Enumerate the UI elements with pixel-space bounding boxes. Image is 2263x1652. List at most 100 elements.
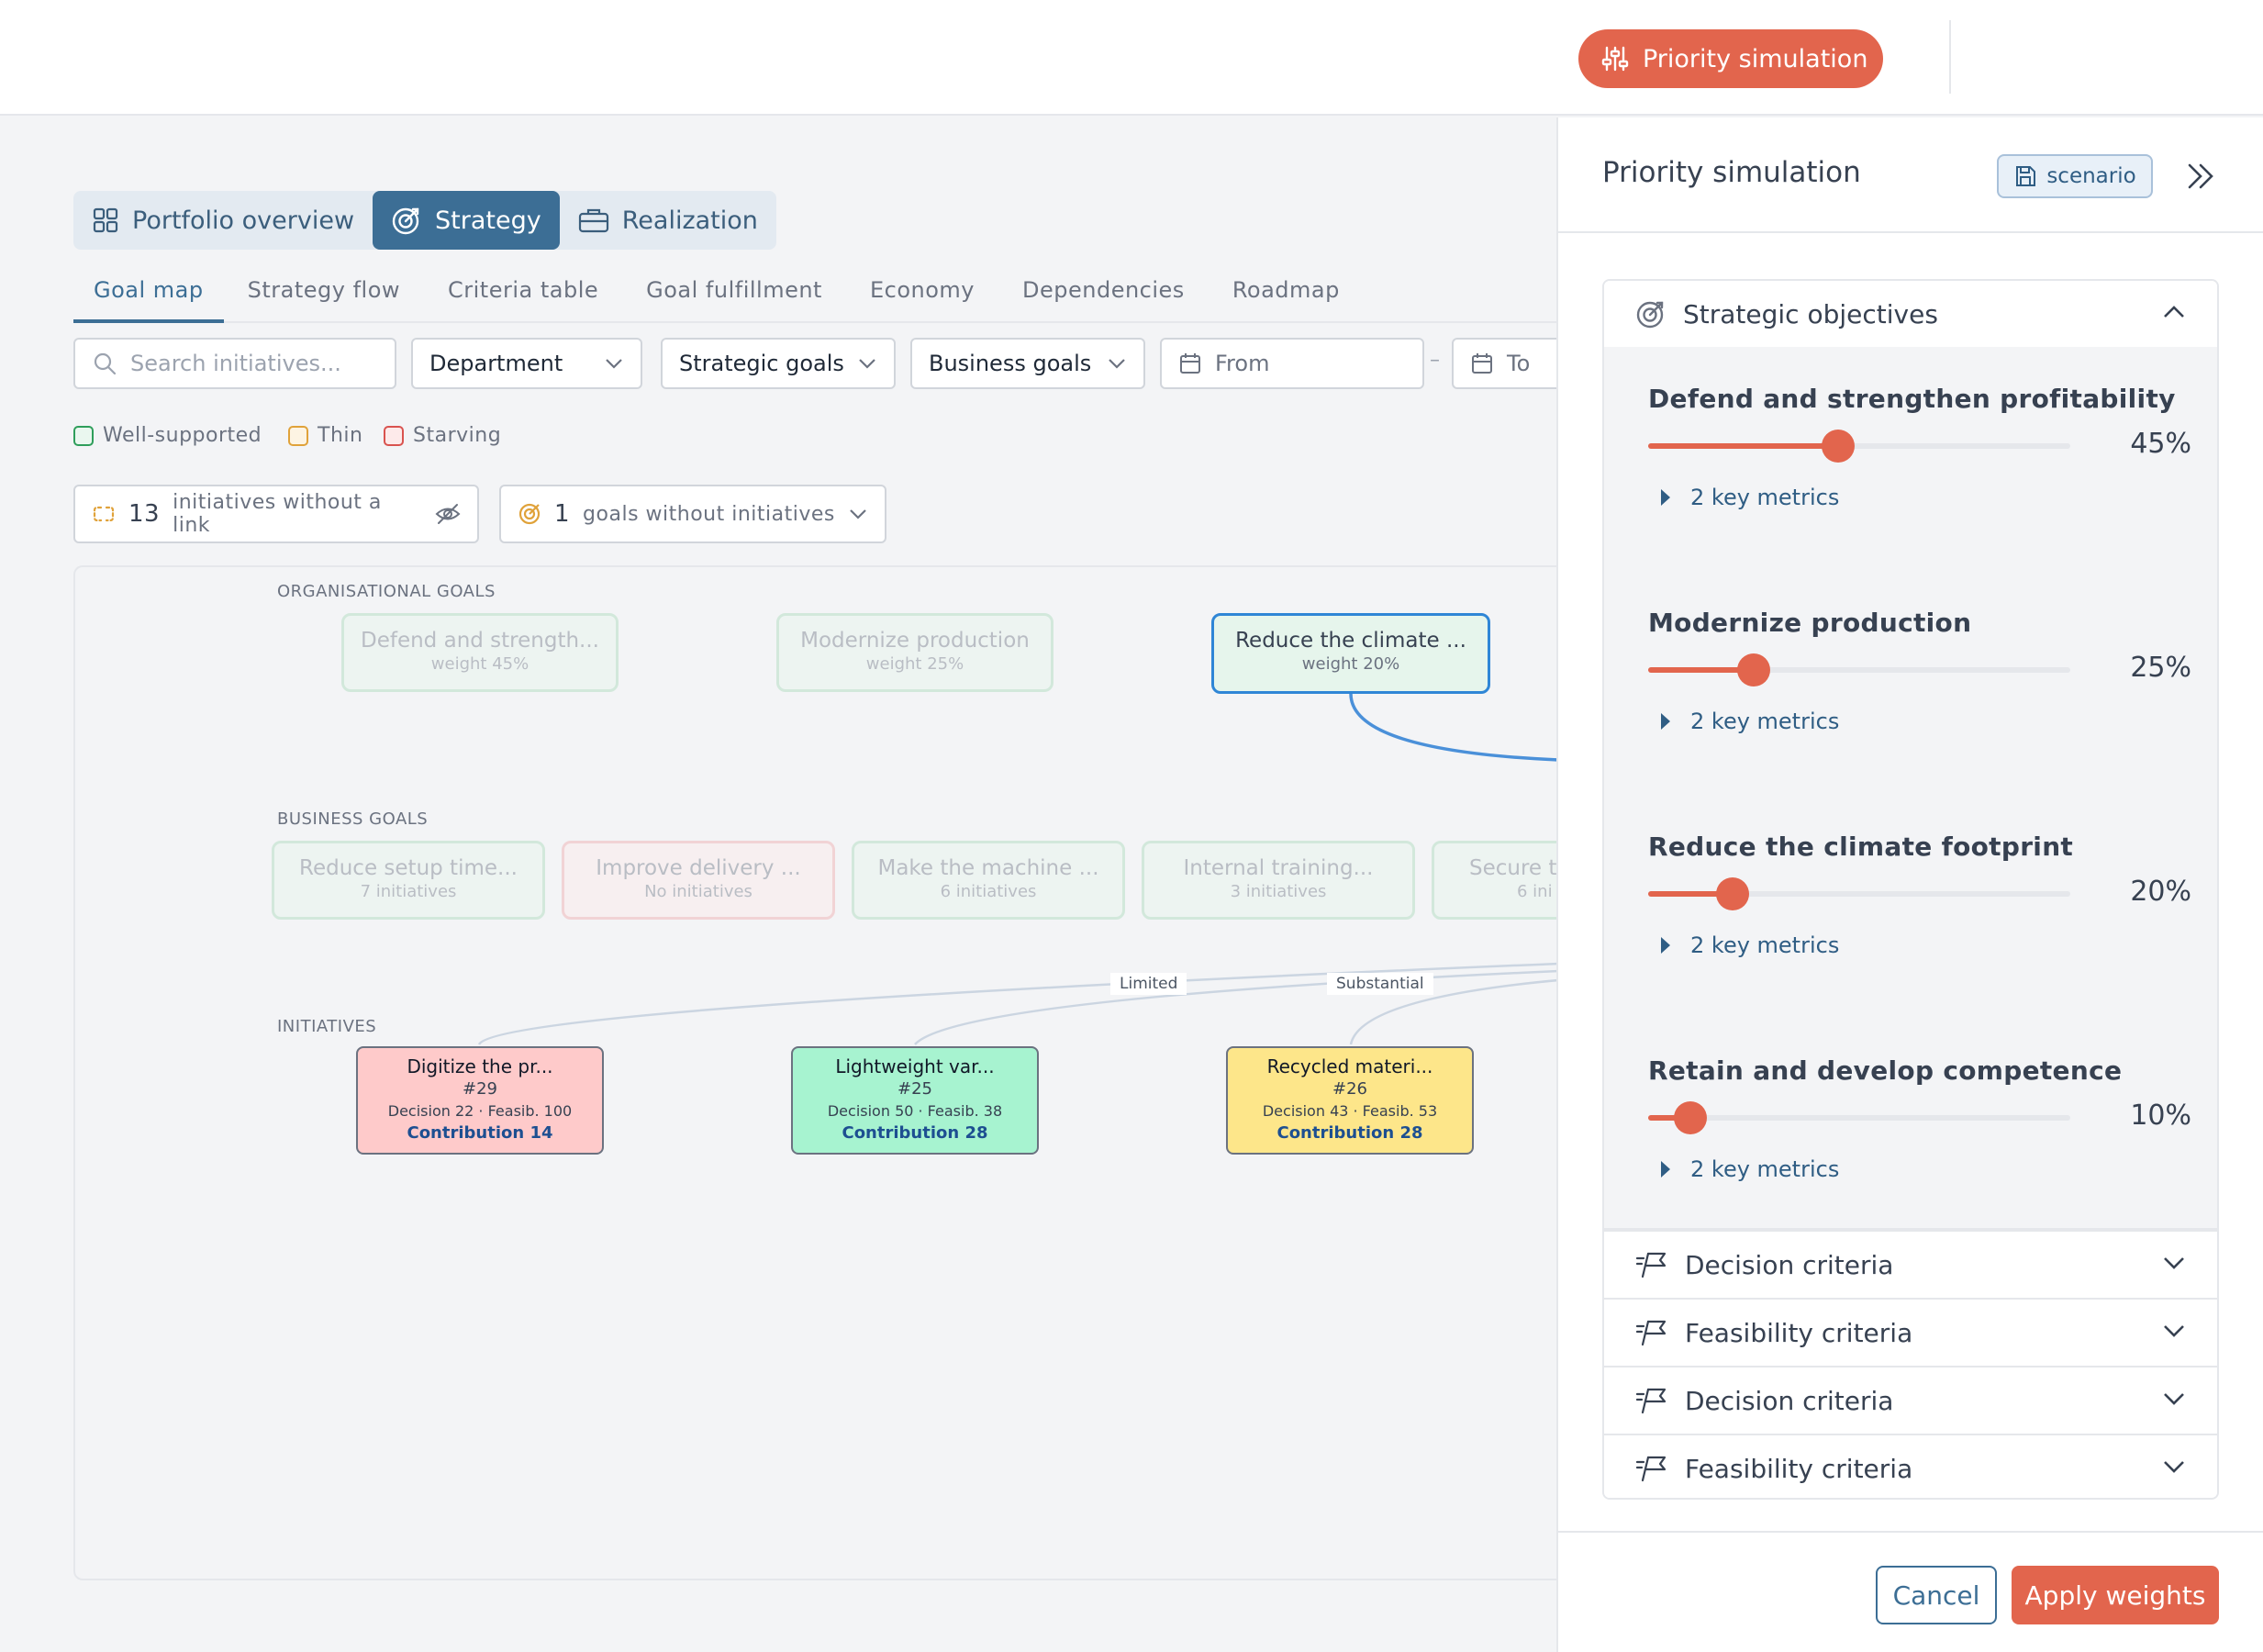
legend-swatch bbox=[73, 425, 94, 446]
legend-swatch bbox=[288, 425, 308, 446]
key-metrics-toggle[interactable]: 2 key metrics bbox=[1659, 1156, 1839, 1182]
initiative-title: Digitize the pr... bbox=[407, 1055, 553, 1077]
subtab-dependencies[interactable]: Dependencies bbox=[998, 275, 1209, 321]
key-metrics-toggle[interactable]: 2 key metrics bbox=[1659, 485, 1839, 510]
objective-slider[interactable] bbox=[1648, 653, 2070, 686]
chevron-down-icon bbox=[1107, 357, 1127, 370]
chevron-down-icon bbox=[857, 357, 877, 370]
caret-right-icon bbox=[1659, 1159, 1672, 1179]
strategic-objectives-header[interactable]: Strategic objectives bbox=[1604, 281, 2217, 347]
legend-well-supported: Well-supported bbox=[73, 424, 262, 447]
business-goal-node[interactable]: Secure t 6 ini bbox=[1432, 841, 1556, 920]
business-goal-title: Internal training... bbox=[1183, 856, 1374, 880]
criteria-label: Decision criteria bbox=[1685, 1385, 1894, 1416]
double-chevron-right-icon bbox=[2179, 154, 2223, 198]
org-goal-node[interactable]: Modernize production weight 25% bbox=[776, 613, 1053, 692]
slider-thumb[interactable] bbox=[1716, 877, 1749, 910]
tab-portfolio-overview[interactable]: Portfolio overview bbox=[73, 191, 373, 250]
goal-map-canvas[interactable]: ORGANISATIONAL GOALS BUSINESS GOALS INIT… bbox=[73, 565, 1556, 1580]
business-goal-node[interactable]: Internal training... 3 initiatives bbox=[1142, 841, 1415, 920]
org-goal-node-selected[interactable]: Reduce the climate ... weight 20% bbox=[1211, 613, 1490, 694]
unlinked-initiatives-pill[interactable]: 13 initiatives without a link bbox=[73, 485, 479, 543]
from-date-input[interactable]: From bbox=[1160, 338, 1424, 389]
save-scenario-button[interactable]: scenario bbox=[1997, 154, 2153, 198]
apply-weights-button[interactable]: Apply weights bbox=[2012, 1566, 2219, 1624]
feasibility-criteria-row[interactable]: Feasibility criteria bbox=[1604, 1298, 2217, 1366]
feasibility-criteria-row[interactable]: Feasibility criteria bbox=[1604, 1434, 2217, 1498]
initiative-number: #25 bbox=[897, 1079, 932, 1099]
business-goal-node[interactable]: Make the machine ... 6 initiatives bbox=[852, 841, 1125, 920]
chevron-up-icon bbox=[2162, 305, 2186, 319]
sliders-icon bbox=[1600, 44, 1630, 73]
initiative-card[interactable]: Lightweight var... #25 Decision 50 · Fea… bbox=[791, 1046, 1039, 1155]
key-metrics-toggle[interactable]: 2 key metrics bbox=[1659, 932, 1839, 958]
objective-slider[interactable] bbox=[1648, 430, 2070, 463]
initiative-contribution: Contribution 14 bbox=[407, 1123, 553, 1143]
initiative-number: #29 bbox=[463, 1079, 497, 1099]
calendar-icon bbox=[1178, 352, 1202, 375]
from-placeholder: From bbox=[1215, 351, 1270, 376]
department-select[interactable]: Department bbox=[411, 338, 642, 389]
business-goal-node[interactable]: Improve delivery ... No initiatives bbox=[562, 841, 835, 920]
initiatives-label: INITIATIVES bbox=[277, 1017, 377, 1036]
slider-thumb[interactable] bbox=[1737, 653, 1770, 686]
subtab-economy[interactable]: Economy bbox=[846, 275, 998, 321]
business-goal-title: Improve delivery ... bbox=[596, 856, 801, 880]
unlinked-text: initiatives without a link bbox=[173, 491, 382, 537]
target-icon bbox=[391, 205, 422, 236]
scenario-label: scenario bbox=[2046, 164, 2136, 188]
initiative-card[interactable]: Digitize the pr... #29 Decision 22 · Fea… bbox=[356, 1046, 604, 1155]
calendar-icon bbox=[1470, 352, 1494, 375]
chevron-down-icon bbox=[2162, 1459, 2186, 1474]
decision-criteria-row[interactable]: Decision criteria bbox=[1604, 1366, 2217, 1434]
subtab-roadmap[interactable]: Roadmap bbox=[1209, 275, 1364, 321]
top-bar: Priority simulation bbox=[0, 0, 2263, 116]
cancel-button[interactable]: Cancel bbox=[1876, 1566, 1997, 1624]
chevron-down-icon bbox=[2162, 1323, 2186, 1338]
org-goal-title: Defend and strength... bbox=[361, 629, 599, 653]
priority-simulation-button[interactable]: Priority simulation bbox=[1578, 29, 1883, 88]
flag-icon bbox=[1635, 1387, 1668, 1414]
strategic-goals-select[interactable]: Strategic goals bbox=[661, 338, 896, 389]
chevron-down-icon bbox=[2162, 1256, 2186, 1270]
initiative-title: Lightweight var... bbox=[835, 1055, 995, 1077]
key-metrics-toggle[interactable]: 2 key metrics bbox=[1659, 709, 1839, 734]
decision-criteria-row[interactable]: Decision criteria bbox=[1604, 1230, 2217, 1298]
business-goal-node[interactable]: Reduce setup time... 7 initiatives bbox=[272, 841, 545, 920]
org-goal-node[interactable]: Defend and strength... weight 45% bbox=[341, 613, 619, 692]
goals-count: 1 bbox=[554, 500, 571, 528]
department-value: Department bbox=[429, 351, 563, 376]
tab-realization[interactable]: Realization bbox=[560, 191, 776, 250]
caret-right-icon bbox=[1659, 487, 1672, 508]
strategic-objectives-body: Defend and strengthen profitability 45% … bbox=[1604, 347, 2217, 1230]
key-metrics-label: 2 key metrics bbox=[1690, 709, 1840, 734]
grid-icon bbox=[92, 206, 119, 234]
initiative-contribution: Contribution 28 bbox=[1276, 1123, 1423, 1143]
legend-thin: Thin bbox=[288, 424, 362, 447]
tab-strategy[interactable]: Strategy bbox=[373, 191, 560, 250]
subtab-goal-fulfillment[interactable]: Goal fulfillment bbox=[622, 275, 846, 321]
business-goal-title: Make the machine ... bbox=[877, 856, 1099, 880]
collapse-panel-button[interactable] bbox=[2179, 154, 2223, 198]
slider-thumb[interactable] bbox=[1822, 430, 1855, 463]
search-input[interactable]: Search initiatives... bbox=[73, 338, 396, 389]
legend-starving: Starving bbox=[384, 424, 501, 447]
business-goal-count: 6 initiatives bbox=[940, 882, 1037, 901]
subtab-strategy-flow[interactable]: Strategy flow bbox=[224, 275, 424, 321]
business-goal-count: 3 initiatives bbox=[1230, 882, 1327, 901]
edge-label: Limited bbox=[1110, 973, 1187, 995]
business-goal-title: Reduce setup time... bbox=[299, 856, 518, 880]
objective-slider[interactable] bbox=[1648, 1101, 2070, 1134]
objective-slider[interactable] bbox=[1648, 877, 2070, 910]
initiative-title: Recycled materi... bbox=[1266, 1055, 1433, 1077]
business-goal-count: No initiatives bbox=[644, 882, 752, 901]
panel-footer-divider bbox=[1558, 1531, 2263, 1533]
subtab-goal-map[interactable]: Goal map bbox=[73, 275, 224, 323]
goals-text: goals without initiatives bbox=[583, 502, 835, 526]
business-goals-select[interactable]: Business goals bbox=[910, 338, 1145, 389]
subtab-criteria-table[interactable]: Criteria table bbox=[424, 275, 622, 321]
initiative-card[interactable]: Recycled materi... #26 Decision 43 · Fea… bbox=[1226, 1046, 1474, 1155]
caret-right-icon bbox=[1659, 711, 1672, 731]
slider-thumb[interactable] bbox=[1674, 1101, 1707, 1134]
goals-without-initiatives-pill[interactable]: 1 goals without initiatives bbox=[499, 485, 886, 543]
